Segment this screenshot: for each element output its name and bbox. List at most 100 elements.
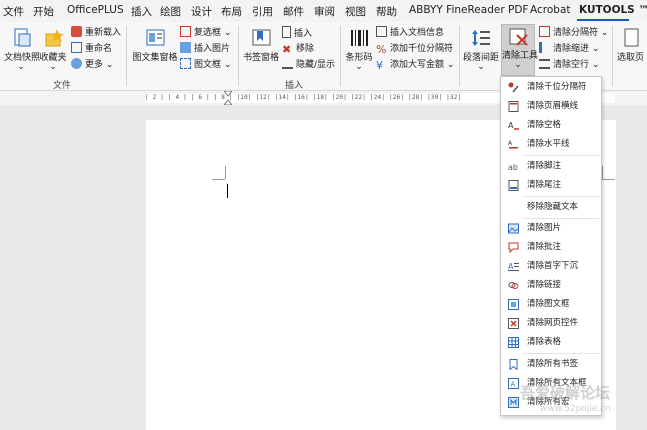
separator-icon — [539, 26, 550, 37]
add-thousand-sep-button[interactable]: % 添加千位分隔符 — [376, 42, 453, 56]
hide-show-icon — [282, 61, 293, 69]
insert-bookmark-button[interactable]: 插入 — [282, 26, 312, 40]
picture-frame-button[interactable]: 图文框 ⌄ — [180, 58, 231, 72]
group-divider — [126, 26, 127, 86]
web-control-icon — [508, 318, 519, 329]
chevron-down-icon: ⌄ — [355, 62, 363, 72]
menu-item-clear-drop-cap[interactable]: A 清除首字下沉 — [501, 257, 601, 276]
add-capital-amount-button[interactable]: ¥ 添加大写金额 ⌄ — [376, 58, 454, 72]
indent-marker-icon[interactable] — [224, 91, 232, 105]
tab-file[interactable]: 文件 — [3, 4, 24, 19]
menu-item-label: 清除网页控件 — [527, 318, 579, 328]
menu-item-label: 清除所有书签 — [527, 359, 579, 369]
doc-info-icon — [376, 26, 387, 37]
tab-references[interactable]: 引用 — [252, 4, 273, 19]
menu-item-label: 清除空格 — [527, 120, 562, 130]
menu-item-label: 清除图片 — [527, 223, 562, 233]
menu-item-clear-links[interactable]: 清除链接 — [501, 276, 601, 295]
tab-abbyy[interactable]: ABBYY FineReader PDF — [409, 4, 528, 16]
menu-item-label: 清除千位分隔符 — [527, 82, 587, 92]
hide-show-label: 隐藏/显示 — [296, 60, 336, 70]
menu-item-clear-web-controls[interactable]: 清除网页控件 — [501, 314, 601, 333]
insert-doc-info-button[interactable]: 插入文档信息 — [376, 26, 444, 40]
frame-icon — [508, 299, 519, 310]
menu-item-label: 清除批注 — [527, 242, 562, 252]
more-button[interactable]: 更多 ⌄ — [71, 58, 113, 72]
add-thousand-sep-label: 添加千位分隔符 — [390, 44, 454, 54]
menu-item-clear-frames[interactable]: 清除图文框 — [501, 295, 601, 314]
menu-item-label: 清除页眉横线 — [527, 101, 579, 111]
favorites-button[interactable]: 收藏夹 ⌄ — [38, 26, 68, 76]
ribbon-tabs: 文件 开始 OfficePLUS 插入 绘图 设计 布局 引用 邮件 审阅 视图… — [0, 0, 647, 22]
checkbox-button[interactable]: 复选框 ⌄ — [180, 26, 231, 40]
menu-item-clear-footnotes[interactable]: ab 清除脚注 — [501, 157, 601, 176]
clear-empty-rows-button[interactable]: 清除空行 ⌄ — [539, 58, 599, 72]
remove-bookmark-button[interactable]: ✖ 移除 — [282, 42, 314, 56]
tab-home[interactable]: 开始 — [33, 4, 54, 19]
menu-item-clear-spaces[interactable]: A 清除空格 — [501, 116, 601, 135]
margin-corner-mark — [602, 166, 603, 179]
menu-item-remove-hidden-text[interactable]: 移除隐藏文本 — [501, 198, 601, 217]
tab-acrobat[interactable]: Acrobat — [530, 4, 571, 16]
star-icon — [45, 29, 64, 47]
svg-text:ab: ab — [508, 163, 518, 172]
menu-item-clear-comments[interactable]: 清除批注 — [501, 238, 601, 257]
menu-item-label: 清除首字下沉 — [527, 261, 579, 271]
chevron-down-icon: ⌄ — [589, 44, 600, 54]
barcode-icon — [351, 30, 368, 46]
tab-design[interactable]: 设计 — [191, 4, 212, 19]
chevron-down-icon: ⌄ — [514, 60, 522, 70]
tab-insert[interactable]: 插入 — [131, 4, 152, 19]
doc-snapshot-button[interactable]: 文档快照 ⌄ — [4, 26, 40, 76]
para-spacing-button[interactable]: 段落间距 ⌄ — [462, 26, 500, 76]
chevron-down-icon: ⌄ — [221, 28, 232, 38]
menu-item-clear-pictures[interactable]: 清除图片 — [501, 219, 601, 238]
menu-item-clear-horizontal-line[interactable]: A 清除水平线 — [501, 135, 601, 154]
menu-item-clear-endnotes[interactable]: 清除尾注 — [501, 176, 601, 195]
insert-bookmark-label: 插入 — [294, 29, 313, 39]
clear-separator-button[interactable]: 清除分隔符 ⌄ — [539, 26, 608, 40]
hide-show-button[interactable]: 隐藏/显示 — [282, 58, 335, 72]
menu-item-clear-tables[interactable]: 清除表格 — [501, 333, 601, 352]
picture-icon — [508, 223, 519, 234]
menu-item-label: 清除链接 — [527, 280, 562, 290]
tab-view[interactable]: 视图 — [345, 4, 366, 19]
clear-tools-button[interactable]: 清除工具 ⌄ — [501, 24, 538, 76]
svg-text:A: A — [511, 381, 516, 389]
menu-item-clear-header-line[interactable]: 清除页眉横线 — [501, 97, 601, 116]
menu-item-clear-thousand-separator[interactable]: 清除千位分隔符 — [501, 78, 601, 97]
chevron-down-icon: ⌄ — [598, 28, 609, 38]
menu-item-label: 清除脚注 — [527, 161, 562, 171]
insert-picture-button[interactable]: 插入图片 — [180, 42, 230, 56]
group-divider — [612, 26, 613, 86]
chevron-down-icon: ⌄ — [589, 60, 600, 70]
tab-help[interactable]: 帮助 — [376, 4, 397, 19]
checkbox-label: 复选框 — [194, 28, 222, 38]
textbox-icon: A — [508, 378, 519, 389]
bookmark-icon — [509, 359, 518, 370]
bookmark-pane-button[interactable]: 书签窗格 — [242, 26, 280, 76]
tab-review[interactable]: 审阅 — [314, 4, 335, 19]
rename-button[interactable]: 重命名 — [71, 42, 112, 56]
doc-snapshot-icon — [14, 28, 31, 47]
margin-corner-mark — [602, 179, 615, 180]
rename-icon — [71, 42, 82, 53]
svg-text:A: A — [508, 121, 514, 130]
barcode-button[interactable]: 条形码 ⌄ — [344, 26, 374, 76]
menu-item-clear-all-bookmarks[interactable]: 清除所有书签 — [501, 355, 601, 374]
clear-indent-label: 清除缩进 — [553, 44, 590, 54]
link-icon — [508, 282, 519, 289]
clear-indent-button[interactable]: 清除缩进 ⌄ — [539, 42, 599, 56]
select-page-button[interactable]: 选取页 — [615, 26, 647, 76]
tab-officeplus[interactable]: OfficePLUS — [67, 4, 124, 16]
frame-icon — [180, 58, 191, 69]
reload-button[interactable]: 重新载入 — [71, 26, 121, 40]
insert-doc-info-label: 插入文档信息 — [390, 28, 445, 38]
tab-kutools[interactable]: KUTOOLS ™ — [579, 4, 647, 16]
image-table-pane-button[interactable]: 图文集窗格 — [132, 26, 178, 76]
tab-layout[interactable]: 布局 — [221, 4, 242, 19]
tab-draw[interactable]: 绘图 — [160, 4, 181, 19]
reload-icon — [71, 26, 82, 37]
tab-mailings[interactable]: 邮件 — [283, 4, 304, 19]
checkbox-icon — [180, 26, 191, 37]
